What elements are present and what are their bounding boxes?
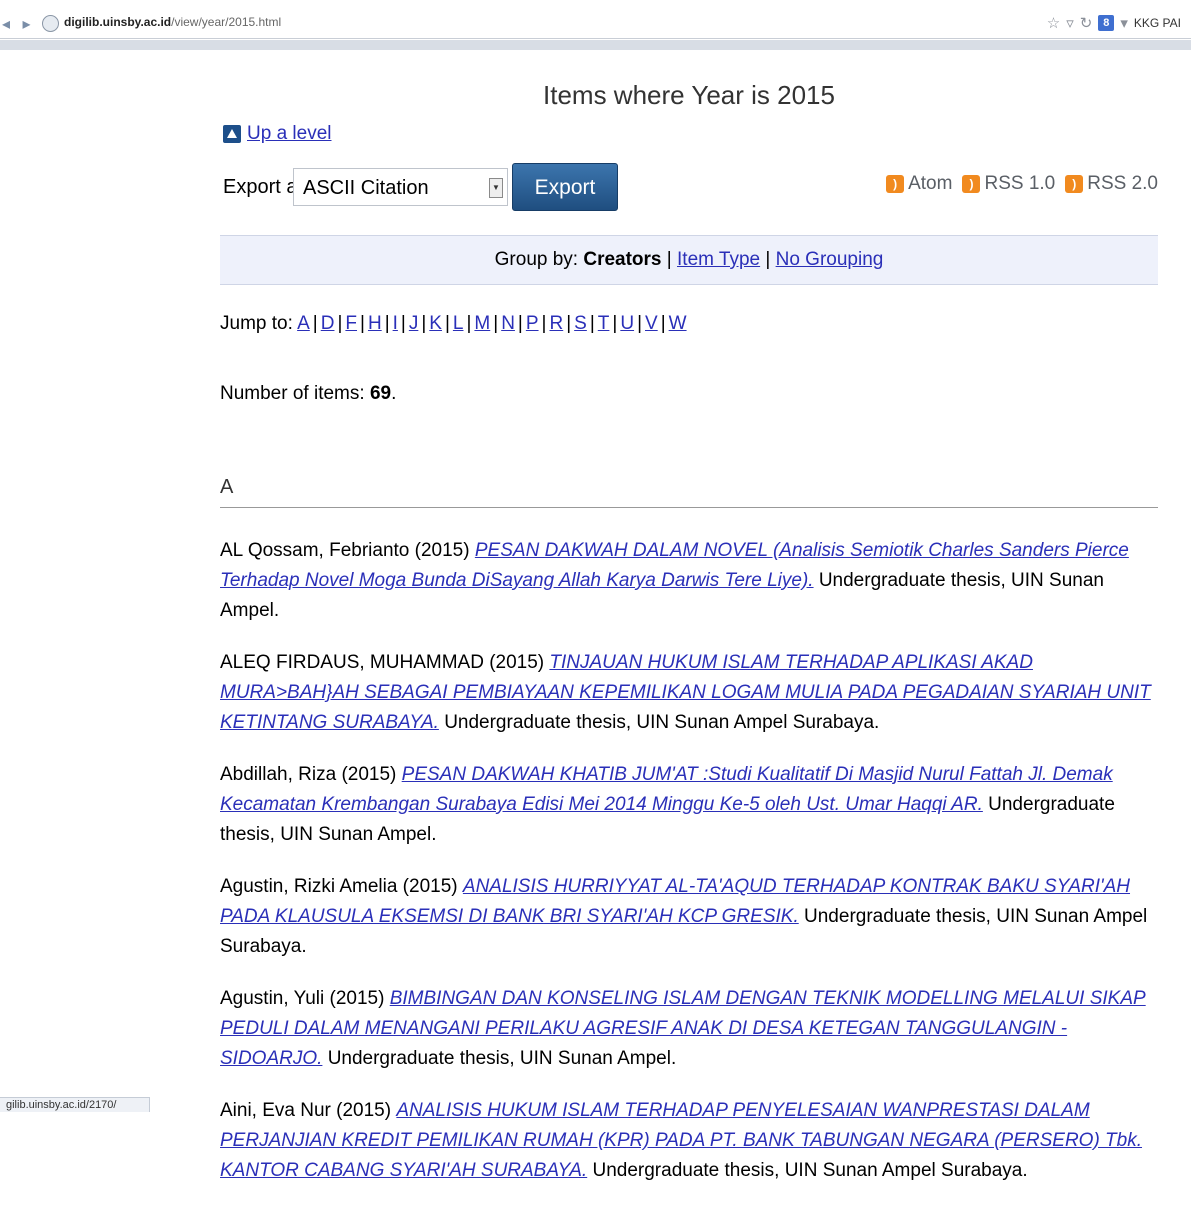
feed-rss2-label[interactable]: RSS 2.0: [1087, 173, 1158, 195]
jump-letter-link[interactable]: R: [549, 313, 563, 334]
jump-label: Jump to:: [220, 313, 293, 334]
jump-separator: |: [589, 313, 595, 334]
jump-letter-link[interactable]: P: [526, 313, 539, 334]
export-format-value: ASCII Citation: [303, 177, 429, 199]
list-item: Agustin, Rizki Amelia (2015) ANALISIS HU…: [220, 872, 1160, 962]
item-author: Agustin, Rizki Amelia (2015): [220, 876, 458, 897]
up-arrow-icon: [223, 125, 241, 143]
jump-separator: |: [337, 313, 343, 334]
export-format-select[interactable]: ASCII Citation ▼: [293, 168, 508, 206]
jump-letter-link[interactable]: V: [645, 313, 658, 334]
jump-to-nav: Jump to: A | D | F | H | I | J | K | L | M | N | P | R | S | T | U | V…: [220, 313, 687, 335]
jump-separator: |: [421, 313, 427, 334]
export-button[interactable]: Export: [512, 163, 618, 211]
item-type: Undergraduate thesis, UIN Sunan Ampel Su…: [592, 1160, 1028, 1181]
jump-letter-link[interactable]: L: [453, 313, 464, 334]
item-author: ALEQ FIRDAUS, MUHAMMAD (2015): [220, 652, 545, 673]
status-bar-url: gilib.uinsby.ac.id/2170/: [0, 1097, 150, 1112]
group-by-bar: Group by: Creators | Item Type | No Grou…: [220, 235, 1158, 285]
jump-letter-link[interactable]: D: [321, 313, 335, 334]
browser-chrome: ◂ ▸ digilib.uinsby.ac.id/view/year/2015.…: [0, 0, 1191, 50]
up-level-link[interactable]: Up a level: [223, 123, 332, 145]
jump-separator: |: [566, 313, 572, 334]
feed-rss1[interactable]: ) RSS 1.0: [962, 173, 1055, 195]
export-row: Export as ASCII Citation ▼ Export ) Atom…: [223, 163, 1158, 213]
group-by-label: Group by:: [494, 249, 579, 270]
list-item: Aini, Eva Nur (2015) ANALISIS HUKUM ISLA…: [220, 1096, 1160, 1186]
item-list: AL Qossam, Febrianto (2015) PESAN DAKWAH…: [220, 536, 1160, 1208]
jump-separator: |: [466, 313, 472, 334]
back-forward-icon[interactable]: ◂ ▸: [2, 14, 35, 34]
group-item-type-link[interactable]: Item Type: [677, 249, 760, 270]
jump-separator: |: [384, 313, 390, 334]
reload-icon[interactable]: ↻: [1080, 14, 1093, 32]
feed-atom-label[interactable]: Atom: [908, 173, 952, 195]
rss-feed-icon: ): [886, 175, 905, 193]
list-item: Agustin, Yuli (2015) BIMBINGAN DAN KONSE…: [220, 984, 1160, 1074]
rss-feed-icon: ): [1065, 175, 1084, 193]
group-current: Creators: [583, 249, 662, 270]
jump-separator: |: [312, 313, 318, 334]
jump-separator: |: [444, 313, 450, 334]
group-no-grouping-link[interactable]: No Grouping: [776, 249, 884, 270]
jump-letter-link[interactable]: T: [598, 313, 610, 334]
jump-letter-link[interactable]: J: [409, 313, 419, 334]
item-type: Undergraduate thesis, UIN Sunan Ampel.: [327, 1048, 677, 1069]
feed-rss2[interactable]: ) RSS 2.0: [1065, 173, 1158, 195]
url-dropdown-icon[interactable]: ▿: [1066, 14, 1074, 32]
count-value: 69: [369, 383, 392, 404]
feed-rss1-label[interactable]: RSS 1.0: [984, 173, 1055, 195]
search-engine-dropdown-icon[interactable]: ▾: [1120, 14, 1128, 32]
jump-letters: A | D | F | H | I | J | K | L | M | N | P | R | S | T | U | V | W: [297, 313, 686, 334]
jump-separator: |: [612, 313, 618, 334]
jump-letter-link[interactable]: I: [393, 313, 398, 334]
toolbar-divider: [0, 40, 1191, 50]
jump-separator: |: [517, 313, 523, 334]
item-author: Abdillah, Riza (2015): [220, 764, 397, 785]
site-identity-icon[interactable]: [42, 15, 59, 32]
rss-feed-icon: ): [962, 175, 981, 193]
jump-letter-link[interactable]: K: [429, 313, 442, 334]
jump-letter-link[interactable]: F: [345, 313, 357, 334]
feed-links: ) Atom ) RSS 1.0 ) RSS 2.0: [886, 173, 1158, 195]
up-level-label[interactable]: Up a level: [247, 123, 332, 145]
page-title: Items where Year is 2015: [543, 80, 835, 110]
jump-letter-link[interactable]: H: [368, 313, 382, 334]
select-arrow-icon[interactable]: ▼: [489, 178, 503, 198]
item-author: Aini, Eva Nur (2015): [220, 1100, 392, 1121]
jump-letter-link[interactable]: S: [574, 313, 587, 334]
list-item: Abdillah, Riza (2015) PESAN DAKWAH KHATI…: [220, 760, 1160, 850]
search-engine-icon[interactable]: 8: [1098, 15, 1115, 31]
bookmark-star-icon[interactable]: ☆: [1047, 14, 1060, 32]
jump-separator: |: [493, 313, 499, 334]
address-bar[interactable]: ◂ ▸ digilib.uinsby.ac.id/view/year/2015.…: [0, 10, 1191, 39]
jump-separator: |: [637, 313, 642, 334]
list-item: ALEQ FIRDAUS, MUHAMMAD (2015) TINJAUAN H…: [220, 648, 1160, 738]
jump-letter-link[interactable]: U: [620, 313, 634, 334]
url-text[interactable]: digilib.uinsby.ac.id/view/year/2015.html: [64, 15, 281, 29]
jump-letter-link[interactable]: M: [474, 313, 490, 334]
section-heading: A: [220, 476, 1158, 508]
jump-separator: |: [541, 313, 547, 334]
item-type: Undergraduate thesis, UIN Sunan Ampel Su…: [444, 712, 880, 733]
search-engine-label[interactable]: KKG PAI: [1134, 16, 1181, 30]
jump-separator: |: [360, 313, 365, 334]
item-author: Agustin, Yuli (2015): [220, 988, 385, 1009]
jump-letter-link[interactable]: N: [501, 313, 515, 334]
jump-separator: |: [660, 313, 666, 334]
item-count: Number of items: 69.: [220, 383, 397, 404]
item-author: AL Qossam, Febrianto (2015): [220, 540, 470, 561]
list-item: AL Qossam, Febrianto (2015) PESAN DAKWAH…: [220, 536, 1160, 626]
toolbar-right: ☆ ▿ ↻ 8 ▾ KKG PAI: [1047, 14, 1181, 32]
feed-atom[interactable]: ) Atom: [886, 173, 952, 195]
jump-separator: |: [400, 313, 406, 334]
jump-letter-link[interactable]: A: [297, 313, 310, 334]
count-label: Number of items:: [220, 383, 365, 404]
jump-letter-link[interactable]: W: [669, 313, 687, 334]
